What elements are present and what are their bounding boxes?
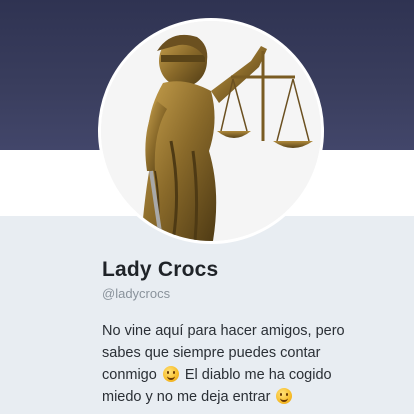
- profile-avatar[interactable]: [98, 18, 324, 244]
- bio-line-2: sabes que siempre puedes contar: [102, 345, 321, 361]
- grinning-face-emoji-icon: [162, 366, 179, 382]
- bio-line-5-text: miedo y no me deja entrar: [102, 389, 271, 405]
- bio-line-3-text: conmigo: [102, 367, 157, 383]
- profile-bio: No vine aquí para hacer amigos, pero sab…: [102, 320, 392, 408]
- lady-justice-statue-icon: [101, 21, 321, 241]
- bio-line-4-text: El diablo me ha cogido: [184, 367, 332, 383]
- profile-handle[interactable]: @ladycrocs: [102, 286, 170, 301]
- bio-line-3: conmigo El diablo me ha cogido: [102, 364, 392, 386]
- bio-line-1: No vine aquí para hacer amigos, pero: [102, 323, 345, 339]
- profile-name: Lady Crocs: [102, 258, 219, 281]
- bio-line-5: miedo y no me deja entrar: [102, 386, 392, 408]
- smiling-face-emoji-icon: [276, 388, 293, 404]
